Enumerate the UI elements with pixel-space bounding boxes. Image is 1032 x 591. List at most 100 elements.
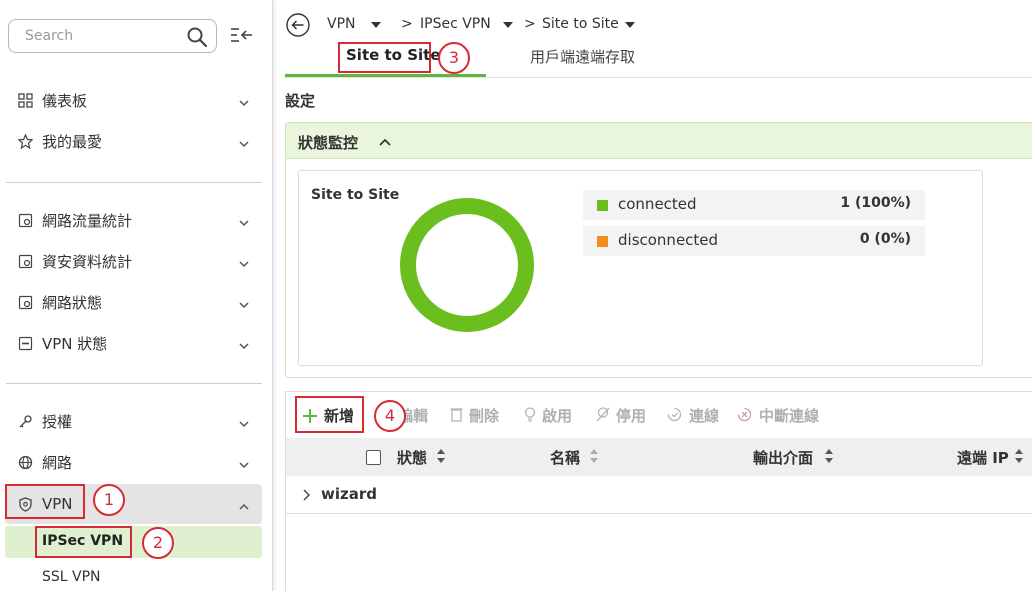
chevron-down-icon [238,256,250,272]
trash-icon[interactable] [450,407,463,426]
sidebar-subitem-label: SSL VPN [42,569,101,585]
sidebar-item-network-status[interactable]: 網路狀態 [0,282,262,322]
disconnect-button[interactable]: 中斷連線 [759,405,819,426]
column-header-egress-interface[interactable]: 輸出介面 [753,447,813,468]
sidebar-item-security-stats[interactable]: 資安資料統計 [0,241,262,281]
sort-icon[interactable] [824,448,834,468]
traffic-stats-icon [18,213,33,228]
legend-swatch [597,236,608,247]
select-all-checkbox[interactable] [366,450,381,465]
sidebar-item-favorites[interactable]: 我的最愛 [0,121,262,161]
highlight-box-vpn [5,484,85,519]
back-icon[interactable] [285,12,311,42]
tabs-divider [285,77,1032,78]
connect-icon[interactable] [667,407,682,426]
sidebar-item-label: VPN 狀態 [42,334,108,353]
status-card: Site to Site connected 1 (100%) disconne… [298,170,983,366]
sidebar-item-label: 儀表板 [42,91,88,110]
highlight-box-add [295,396,364,433]
status-panel-header[interactable]: 狀態監控 [286,123,1032,159]
legend-name: connected [618,195,697,213]
search-input[interactable]: Search [8,19,217,53]
collapse-sidebar-icon[interactable] [230,26,254,48]
key-icon [18,414,33,429]
breadcrumb-separator: > [524,16,536,32]
chevron-down-icon [238,136,250,152]
sidebar-divider [6,383,262,384]
chevron-down-icon [238,215,250,231]
delete-button[interactable]: 刪除 [469,405,499,426]
sidebar-subitem-ssl-vpn[interactable]: SSL VPN [5,562,262,591]
chevron-down-icon [238,95,250,111]
status-panel-title: 狀態監控 [298,134,359,152]
tab-client-remote-access[interactable]: 用戶端遠端存取 [530,46,635,67]
chevron-up-icon[interactable] [378,135,392,151]
column-header-status[interactable]: 狀態 [397,447,427,468]
step-marker-4: 4 [374,400,406,432]
legend-value: 0 (0%) [859,231,911,247]
donut-chart [400,198,534,332]
step-marker-3: 3 [438,42,470,74]
breadcrumb-separator: > [401,16,413,32]
enable-button[interactable]: 啟用 [542,405,572,426]
status-panel: 狀態監控 Site to Site connected 1 (100%) dis… [285,122,1032,378]
sidebar-item-label: 我的最愛 [42,132,103,151]
legend-value: 1 (100%) [840,195,911,211]
dashboard-icon [18,93,33,108]
sidebar-item-label: 網路 [42,453,73,472]
sidebar-item-traffic-stats[interactable]: 網路流量統計 [0,200,262,240]
sidebar-item-label: 資安資料統計 [42,252,133,271]
sort-icon[interactable] [436,448,446,468]
section-title: 設定 [285,92,316,110]
sidebar-item-dashboard[interactable]: 儀表板 [0,80,262,120]
sidebar: Search 儀表板 我的最愛 網路流量統計 資安資料統計 網路狀態 VPN 狀… [0,0,273,591]
highlight-box-tab [338,42,431,73]
sort-icon[interactable] [589,448,599,468]
disconnect-icon[interactable] [737,407,752,426]
caret-down-icon[interactable] [503,22,513,28]
chevron-down-icon [238,297,250,313]
lightbulb-off-icon[interactable] [596,407,610,426]
breadcrumb-ipsec-vpn[interactable]: IPSec VPN [420,16,491,32]
connect-button[interactable]: 連線 [689,405,719,426]
card-title: Site to Site [311,187,400,203]
caret-down-icon[interactable] [371,22,381,28]
disable-button[interactable]: 停用 [616,405,646,426]
row-group-label: wizard [321,485,377,503]
legend-row-connected: connected 1 (100%) [583,190,925,220]
network-status-icon [18,295,33,310]
caret-down-icon[interactable] [625,22,635,28]
donut-segment-connected [400,198,534,332]
star-icon [17,133,34,150]
vpn-status-icon [18,336,33,351]
search-placeholder: Search [25,28,74,44]
breadcrumb-site-to-site[interactable]: Site to Site [542,16,619,32]
chevron-right-icon[interactable] [302,489,311,505]
table-header: 狀態 名稱 輸出介面 遠端 IP [286,438,1032,476]
breadcrumb-vpn[interactable]: VPN [327,16,356,32]
chevron-down-icon [238,457,250,473]
security-stats-icon [18,254,33,269]
search-icon[interactable] [186,26,208,52]
step-marker-2: 2 [142,527,174,559]
sidebar-item-label: 授權 [42,412,73,431]
legend-row-disconnected: disconnected 0 (0%) [583,226,925,256]
sidebar-item-vpn-status[interactable]: VPN 狀態 [0,323,262,363]
table-row[interactable]: wizard [286,476,1032,514]
legend-swatch [597,200,608,211]
lightbulb-icon[interactable] [524,407,536,426]
chevron-down-icon [238,338,250,354]
chevron-up-icon [238,499,250,515]
globe-icon [18,455,33,470]
highlight-box-ipsec [35,526,132,558]
column-header-name[interactable]: 名稱 [550,447,580,468]
sort-icon[interactable] [1014,448,1024,468]
sidebar-item-label: 網路狀態 [42,293,103,312]
sidebar-item-network[interactable]: 網路 [0,442,262,482]
sidebar-divider [6,182,262,183]
sidebar-item-label: 網路流量統計 [42,211,133,230]
tunnel-table-area: 新增 編輯 4 刪除 啟用 停用 連線 中斷連線 狀態 名稱 輸出介面 遠端 I… [285,391,1032,591]
sidebar-item-license[interactable]: 授權 [0,401,262,441]
step-marker-1: 1 [93,484,125,516]
column-header-remote-ip[interactable]: 遠端 IP [957,447,1009,468]
